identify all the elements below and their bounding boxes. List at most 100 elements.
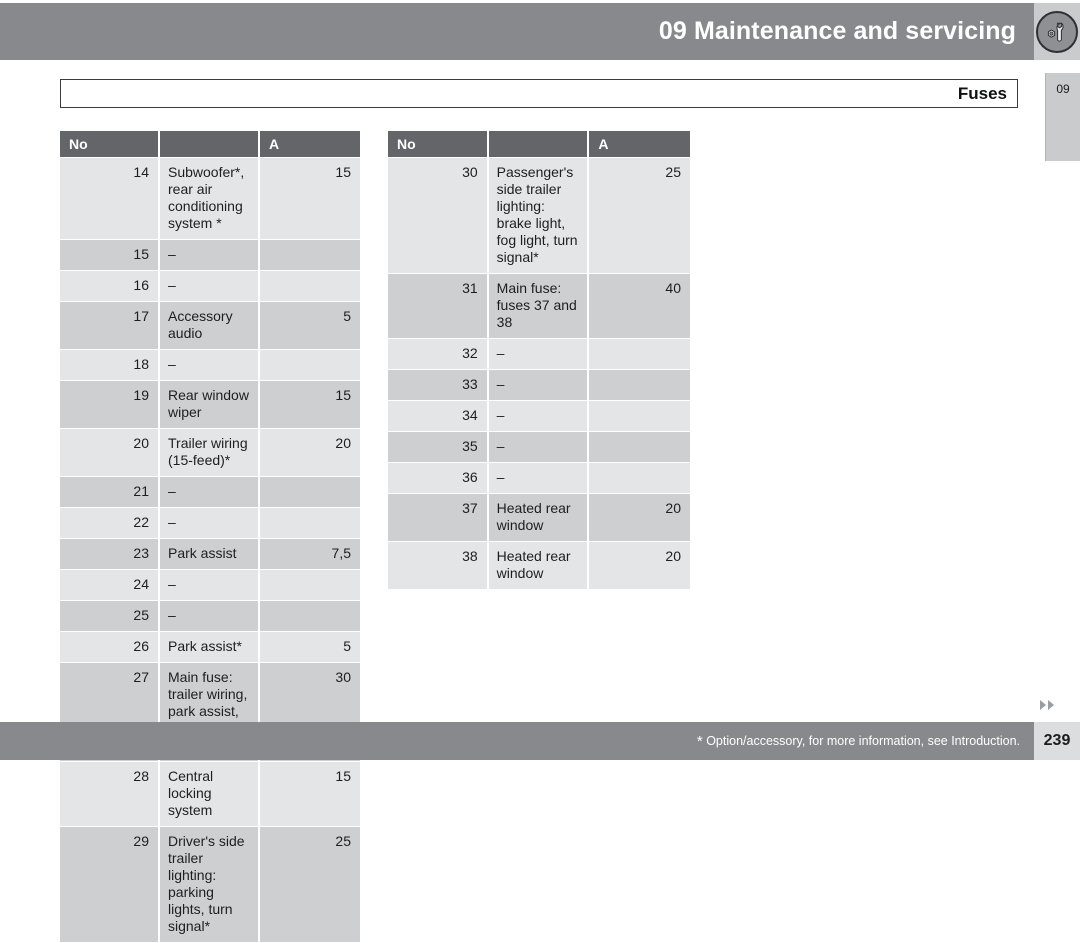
table-row: 17 Accessory audio 5 [60, 302, 360, 349]
fuse-number: 20 [60, 429, 160, 476]
fuse-description: Park assist [160, 539, 260, 569]
fuse-amperage [260, 477, 360, 507]
section-title: Fuses [957, 83, 1007, 103]
footnote-text: Option/accessory, for more information, … [706, 733, 1020, 748]
table-row: 14 Subwoofer*, rear air conditioning syst… [60, 158, 360, 239]
fuse-amperage [260, 601, 360, 631]
chapter-tab-label: 09 [1056, 82, 1070, 96]
fuse-description: – [160, 601, 260, 631]
column-header-amps: A [589, 131, 690, 157]
table-row: 32– [388, 339, 690, 369]
fuse-number: 24 [60, 570, 160, 600]
fuse-description: – [488, 401, 590, 431]
fuse-amperage: 5 [260, 302, 360, 349]
fuse-number: 31 [388, 274, 489, 338]
table-row: 31 Main fuse: fuses 37 and 38 40 [388, 274, 690, 338]
fuse-amperage [589, 401, 690, 431]
fuse-description: – [160, 477, 260, 507]
fuse-amperage: 25 [589, 158, 690, 273]
column-header-amps: A [260, 131, 360, 157]
footnote: * Option/accessory, for more information… [697, 733, 1034, 750]
fuse-description: Passenger's side trailer lighting: brake… [488, 158, 590, 273]
fuse-number: 22 [60, 508, 160, 538]
fuse-number: 34 [388, 401, 489, 431]
fuse-amperage [260, 350, 360, 380]
column-header-desc [488, 131, 590, 157]
fuse-amperage: 20 [589, 542, 690, 589]
fuse-amperage [260, 240, 360, 270]
fuse-number: 37 [388, 494, 489, 541]
fuse-number: 33 [388, 370, 489, 400]
fuse-description: – [160, 508, 260, 538]
fuse-number: 19 [60, 381, 160, 428]
fuse-number: 32 [388, 339, 489, 369]
fuse-amperage: 25 [260, 827, 360, 942]
fuse-amperage [589, 339, 690, 369]
fuse-number: 29 [60, 827, 160, 942]
table-row: 38 Heated rear window 20 [388, 542, 690, 589]
fuse-description: Driver's side trailer lighting: parking … [160, 827, 260, 942]
fuse-number: 15 [60, 240, 160, 270]
table-row: 21– [60, 477, 360, 507]
fuse-amperage [589, 370, 690, 400]
chapter-header-band: 09 Maintenance and servicing [0, 3, 1034, 60]
fuse-number: 16 [60, 271, 160, 301]
page-number: 239 [1043, 732, 1071, 749]
play-arrow-icon [1040, 700, 1046, 710]
fuse-description: – [160, 271, 260, 301]
fuse-number: 26 [60, 632, 160, 662]
fuse-number: 36 [388, 463, 489, 493]
fuse-description: – [488, 339, 590, 369]
fuse-amperage: 5 [260, 632, 360, 662]
table-row: 36– [388, 463, 690, 493]
fuse-description: – [160, 570, 260, 600]
fuse-description: Subwoofer*, rear air conditioning system… [160, 158, 260, 239]
fuse-number: 35 [388, 432, 489, 462]
table-header-row: No A [388, 131, 690, 157]
fuse-description: Main fuse: fuses 37 and 38 [488, 274, 590, 338]
fuse-amperage: 40 [589, 274, 690, 338]
fuse-amperage: 15 [260, 381, 360, 428]
table-row: 15– [60, 240, 360, 270]
column-header-no: No [388, 131, 489, 157]
fuse-number: 30 [388, 158, 489, 273]
fuse-number: 17 [60, 302, 160, 349]
page-title: 09 Maintenance and servicing [658, 17, 1016, 45]
fuse-description: Heated rear window [488, 542, 590, 589]
fuse-amperage [260, 271, 360, 301]
column-header-no: No [60, 131, 160, 157]
fuse-number: 28 [60, 762, 160, 826]
table-head: No A [388, 131, 690, 157]
table-row: 26 Park assist* 5 [60, 632, 360, 662]
fuse-description: – [488, 370, 590, 400]
table-row: 29 Driver's side trailer lighting: parkin… [60, 827, 360, 942]
fuse-description: – [160, 350, 260, 380]
fuse-amperage [589, 432, 690, 462]
table-row: 18– [60, 350, 360, 380]
fuse-table-left: No A 14 Subwoofer*, rear air conditioning… [60, 130, 360, 943]
fuse-number: 18 [60, 350, 160, 380]
fuse-description: – [160, 240, 260, 270]
next-page-arrows[interactable] [1040, 700, 1054, 710]
fuse-table-right: No A 30 Passenger's side trailer lighting… [388, 130, 690, 590]
fuse-description: Heated rear window [488, 494, 590, 541]
fuse-amperage: 20 [589, 494, 690, 541]
fuse-amperage: 15 [260, 762, 360, 826]
header-icon-container [1034, 3, 1080, 60]
fuse-description: Accessory audio [160, 302, 260, 349]
fuse-description: Park assist* [160, 632, 260, 662]
chapter-tab-09[interactable]: 09 [1045, 73, 1080, 161]
footnote-asterisk: * [696, 732, 703, 750]
fuse-number: 25 [60, 601, 160, 631]
table-row: 24– [60, 570, 360, 600]
table-row: 33– [388, 370, 690, 400]
table-row: 22– [60, 508, 360, 538]
wrench-and-nut-icon [1036, 10, 1078, 53]
fuse-amperage [260, 508, 360, 538]
section-title-bar: Fuses [60, 79, 1018, 108]
table-row: 25– [60, 601, 360, 631]
fuse-number: 14 [60, 158, 160, 239]
fuse-amperage [589, 463, 690, 493]
page-number-box: 239 [1034, 722, 1080, 760]
fuse-number: 23 [60, 539, 160, 569]
